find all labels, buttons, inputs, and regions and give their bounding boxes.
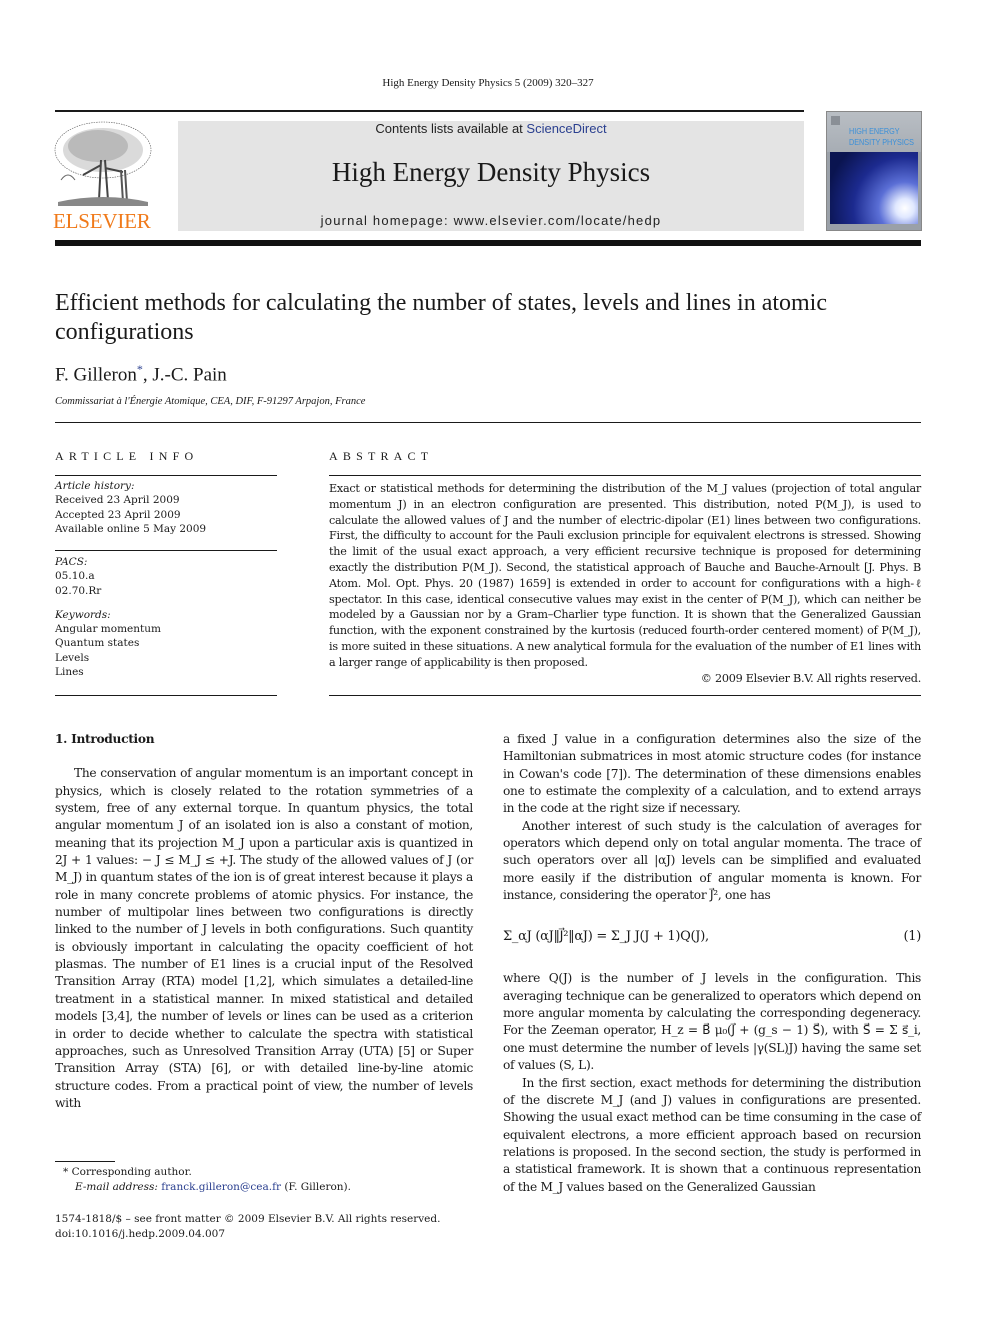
history-label: Article history: [55,480,135,492]
paragraph: Another interest of such study is the ca… [503,818,921,903]
keyword: Quantum states [55,637,140,650]
author-separator: , [142,364,153,386]
paragraph: where Q(J) is the number of J levels in … [503,971,921,1073]
header-top-rule [55,110,804,112]
divider [329,695,921,696]
sciencedirect-link[interactable]: ScienceDirect [526,121,606,136]
keyword: Levels [55,651,90,664]
divider [329,475,921,476]
paragraph: The conservation of angular momentum is … [55,766,473,1110]
issn-line: 1574-1818/$ – see front matter © 2009 El… [55,1213,441,1225]
pacs-code: 02.70.Rr [55,584,102,597]
doi[interactable]: doi:10.1016/j.hedp.2009.04.007 [55,1227,475,1242]
keyword: Lines [55,666,84,679]
journal-reference: High Energy Density Physics 5 (2009) 320… [382,77,594,89]
divider [55,422,921,423]
equation-body: Σ_αJ (αJ‖J⃗²‖αJ) = Σ_J J(J + 1)Q(J), [503,928,709,944]
equation-1: Σ_αJ (αJ‖J⃗²‖αJ) = Σ_J J(J + 1)Q(J), (1) [503,906,921,966]
body-left-column: 1. Introduction The conservation of angu… [55,731,473,1112]
email-suffix: (F. Gilleron). [281,1181,351,1193]
history-received: Received 23 April 2009 [55,494,180,507]
author-name[interactable]: J.-C. Pain [152,364,226,385]
divider [55,695,277,696]
front-matter: 1574-1818/$ – see front matter © 2009 El… [55,1212,475,1242]
abstract-copyright: © 2009 Elsevier B.V. All rights reserved… [700,671,922,685]
paragraph: a fixed J value in a configuration deter… [503,732,921,816]
affiliation: Commissariat à l'Énergie Atomique, CEA, … [55,396,366,407]
article-info-heading: ARTICLE INFO [55,449,199,463]
journal-homepage-link[interactable]: journal homepage: www.elsevier.com/locat… [178,213,804,228]
footnote: * Corresponding author. E-mail address: … [55,1165,475,1195]
article-history: Article history: Received 23 April 2009 … [55,479,277,536]
keywords-label: Keywords: [55,608,111,621]
email-line: E-mail address: franck.gilleron@cea.fr (… [55,1180,475,1195]
footnote-rule [55,1161,115,1162]
cover-title-line2: DENSITY PHYSICS [849,137,914,147]
cover-title: HIGH ENERGY DENSITY PHYSICS [849,126,914,148]
cover-title-line1: HIGH ENERGY [849,126,900,136]
journal-title: High Energy Density Physics [331,157,651,187]
divider [55,475,277,476]
abstract-heading: ABSTRACT [329,449,434,463]
journal-cover-thumbnail[interactable]: HIGH ENERGY DENSITY PHYSICS [826,111,922,231]
contents-line: Contents lists available at ScienceDirec… [178,121,804,136]
cover-image [830,152,918,224]
elsevier-tree-icon [53,120,153,208]
paragraph: In the first section, exact methods for … [503,1075,921,1194]
author-list: F. Gilleron*, J.-C. Pain [55,362,227,386]
abstract-text: Exact or statistical methods for determi… [329,482,921,669]
section-heading: 1. Introduction [55,732,155,746]
elsevier-wordmark: ELSEVIER [53,209,151,233]
author-name[interactable]: F. Gilleron [55,364,137,385]
header-bottom-rule [55,240,921,246]
equation-number: (1) [903,928,921,944]
pacs-label: PACS: [55,556,88,568]
contents-prefix: Contents lists available at [375,121,527,136]
footnote-marker: * [63,1166,69,1178]
footnote-text: Corresponding author. [71,1166,192,1178]
pacs-block: PACS: 05.10.a 02.70.Rr Keywords: Angular… [55,555,277,679]
elsevier-logo[interactable]: ELSEVIER [53,120,155,232]
article-title: Efficient methods for calculating the nu… [55,290,827,345]
abstract: Exact or statistical methods for determi… [329,481,921,686]
journal-banner: Contents lists available at ScienceDirec… [178,121,804,231]
body-right-column: a fixed J value in a configuration deter… [503,731,921,1196]
history-online: Available online 5 May 2009 [55,522,207,535]
email-label: E-mail address: [75,1181,158,1193]
pacs-code: 05.10.a [55,570,95,583]
keyword: Angular momentum [55,623,161,636]
cover-elsevier-logo-icon [831,116,840,125]
author-email-link[interactable]: franck.gilleron@cea.fr [161,1181,281,1193]
divider [55,550,277,551]
history-accepted: Accepted 23 April 2009 [55,508,181,521]
